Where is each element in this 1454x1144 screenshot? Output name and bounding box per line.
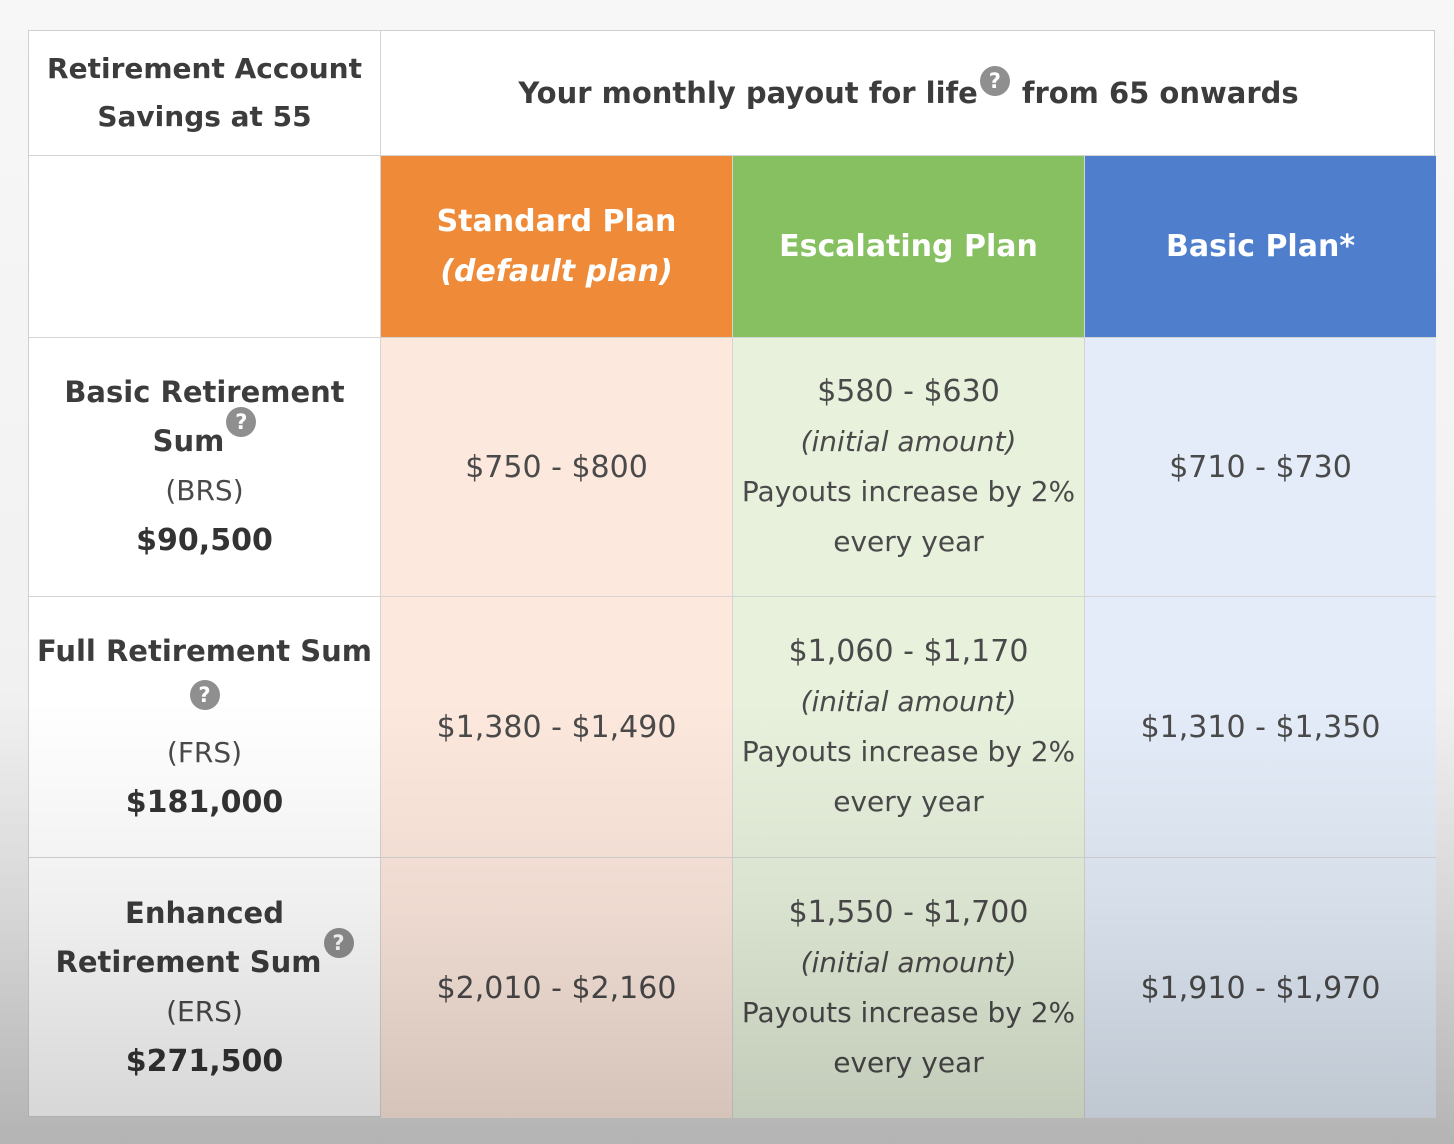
row-ers-name-line2: Retirement Sum: [55, 945, 322, 979]
frs-escalating-range: $1,060 - $1,170: [788, 634, 1029, 669]
row-frs-abbr: (FRS): [166, 735, 243, 769]
frs-basic-value: $1,310 - $1,350: [1140, 709, 1381, 745]
payout-table: Retirement Account Savings at 55 Your mo…: [28, 30, 1436, 1118]
row-frs-name-line1: Full Retirement Sum: [36, 633, 372, 668]
brs-basic-value: $710 - $730: [1169, 449, 1352, 485]
ers-escalating-desc2: every year: [833, 1046, 984, 1079]
help-icon[interactable]: ?: [189, 679, 220, 710]
row-label-brs: Basic Retirement Sum? (BRS) $90,500: [29, 338, 381, 597]
frs-escalating-desc2: every year: [833, 785, 984, 818]
row-brs-name-line1: Basic Retirement: [64, 375, 345, 409]
row-frs-amount: $181,000: [125, 784, 284, 820]
brs-standard-value: $750 - $800: [465, 449, 648, 485]
row-ers-abbr: (ERS): [166, 995, 243, 1028]
help-icon[interactable]: ?: [226, 407, 257, 437]
ers-escalating-note: (initial amount): [800, 946, 1017, 979]
cell-frs-escalating: $1,060 - $1,170 (initial amount) Payouts…: [733, 597, 1085, 858]
cell-frs-standard: $1,380 - $1,490: [381, 597, 733, 858]
row-label-frs: Full Retirement Sum ? (FRS) $181,000: [29, 597, 381, 858]
row-ers-name-line1: Enhanced: [125, 896, 284, 930]
cell-ers-escalating: $1,550 - $1,700 (initial amount) Payouts…: [733, 858, 1085, 1118]
row-label-ers: Enhanced Retirement Sum? (ERS) $271,500: [29, 858, 381, 1118]
row-brs-name-line2-wrap: Sum?: [152, 407, 257, 466]
row-brs-name-line2: Sum: [152, 424, 225, 458]
cell-ers-standard: $2,010 - $2,160: [381, 858, 733, 1118]
frs-escalating-note: (initial amount): [800, 685, 1017, 718]
plan-header-escalating: Escalating Plan: [733, 156, 1085, 338]
help-icon[interactable]: ?: [323, 928, 354, 958]
frs-standard-value: $1,380 - $1,490: [436, 709, 677, 745]
plan-standard-subtitle: (default plan): [440, 253, 673, 289]
brs-escalating-desc2: every year: [833, 525, 984, 558]
cell-brs-escalating: $580 - $630 (initial amount) Payouts inc…: [733, 338, 1085, 597]
ers-basic-value: $1,910 - $1,970: [1140, 970, 1381, 1006]
brs-escalating-range: $580 - $630: [817, 374, 1000, 409]
row-ers-name-line2-wrap: Retirement Sum?: [55, 928, 354, 987]
row-brs-amount: $90,500: [136, 523, 273, 558]
brs-escalating-note: (initial amount): [800, 425, 1017, 458]
plan-standard-name: Standard Plan: [436, 203, 677, 239]
header-row-label-line2: Savings at 55: [97, 100, 312, 133]
frs-escalating-desc1: Payouts increase by 2%: [741, 735, 1076, 768]
row-brs-abbr: (BRS): [165, 474, 244, 507]
table-title: Your monthly payout for life ? from 65 o…: [518, 66, 1299, 110]
plan-basic-name: Basic Plan*: [1165, 228, 1356, 264]
row-ers-amount: $271,500: [125, 1044, 284, 1079]
plan-header-basic: Basic Plan*: [1085, 156, 1436, 338]
cell-ers-basic: $1,910 - $1,970: [1085, 858, 1436, 1118]
header-row-label-line1: Retirement Account: [47, 52, 362, 85]
cell-frs-basic: $1,310 - $1,350: [1085, 597, 1436, 858]
header-row-label-cell: Retirement Account Savings at 55: [29, 31, 381, 156]
header-row-label: Retirement Account Savings at 55: [29, 45, 380, 141]
brs-escalating-desc1: Payouts increase by 2%: [741, 475, 1076, 508]
ers-escalating-range: $1,550 - $1,700: [788, 895, 1029, 930]
plan-header-standard: Standard Plan (default plan): [381, 156, 733, 338]
cell-brs-standard: $750 - $800: [381, 338, 733, 597]
cell-brs-basic: $710 - $730: [1085, 338, 1436, 597]
ers-escalating-desc1: Payouts increase by 2%: [741, 996, 1076, 1029]
plan-escalating-name: Escalating Plan: [779, 228, 1038, 264]
table-title-part1: Your monthly payout for life: [518, 76, 978, 110]
ers-standard-value: $2,010 - $2,160: [436, 970, 677, 1006]
table-title-cell: Your monthly payout for life ? from 65 o…: [381, 31, 1436, 156]
plan-header-blank-cell: [29, 156, 381, 338]
help-icon[interactable]: ?: [979, 66, 1010, 96]
table-title-part2: from 65 onwards: [1021, 76, 1299, 110]
